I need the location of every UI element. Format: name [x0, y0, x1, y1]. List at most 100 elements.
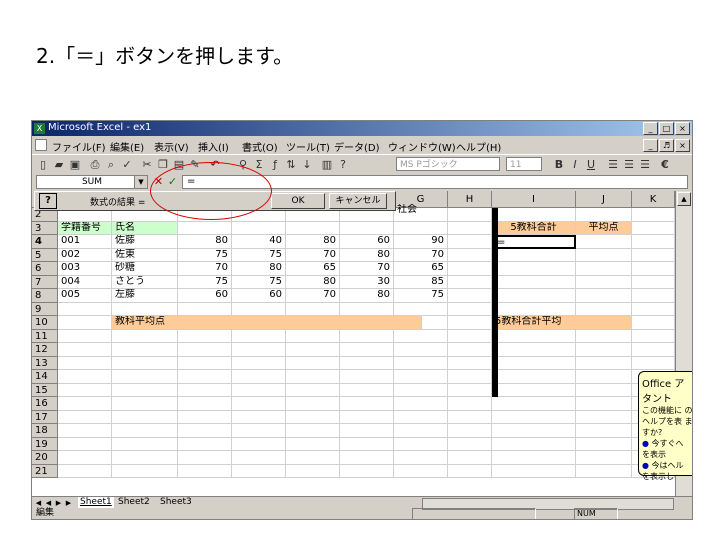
cell[interactable] — [286, 451, 340, 465]
cell[interactable] — [632, 302, 675, 316]
align-center-icon[interactable]: ☰ — [622, 158, 636, 171]
worksheet-grid[interactable]: G H I J K 社会 2 3 4 5 6 7 8 9 10 11 12 13 14 15 16 17 18 19 20 21 学… — [32, 191, 692, 496]
cell-score[interactable]: 75 — [178, 248, 232, 262]
cell[interactable] — [232, 221, 286, 235]
cell[interactable] — [576, 275, 632, 289]
cell-student-id[interactable]: 002 — [58, 248, 112, 262]
cell[interactable] — [232, 356, 286, 370]
ok-button[interactable]: OK — [271, 193, 325, 209]
cell[interactable] — [632, 248, 675, 262]
bold-button[interactable]: B — [552, 158, 566, 171]
cell[interactable] — [576, 262, 632, 276]
cell[interactable] — [394, 343, 448, 357]
cell[interactable] — [58, 424, 112, 438]
font-name-select[interactable]: MS Pゴシック — [396, 157, 500, 171]
cell[interactable] — [394, 356, 448, 370]
cell[interactable] — [492, 289, 576, 303]
close-button[interactable]: × — [675, 122, 690, 135]
cell[interactable] — [576, 370, 632, 384]
cell[interactable] — [340, 329, 394, 343]
cell[interactable] — [340, 302, 394, 316]
cell-score[interactable]: 75 — [232, 248, 286, 262]
cell-score[interactable]: 75 — [178, 275, 232, 289]
cell[interactable] — [112, 410, 178, 424]
cell[interactable] — [394, 383, 448, 397]
menu-edit[interactable]: 編集(E) — [110, 139, 144, 154]
row-header[interactable]: 21 — [32, 464, 58, 478]
cell[interactable] — [492, 262, 576, 276]
cell[interactable] — [492, 424, 576, 438]
cell[interactable] — [448, 343, 492, 357]
cell[interactable] — [58, 329, 112, 343]
sort-desc-icon[interactable]: ↓ — [300, 158, 314, 171]
cell[interactable] — [232, 464, 286, 478]
cell-student-name[interactable]: 左藤 — [112, 289, 178, 303]
new-icon[interactable]: ▯ — [36, 158, 50, 171]
row-header[interactable]: 3 — [32, 221, 58, 235]
cell[interactable] — [58, 383, 112, 397]
cell-score[interactable]: 30 — [340, 275, 394, 289]
cell-score[interactable]: 90 — [394, 235, 448, 249]
print-icon[interactable]: ⎙ — [88, 158, 102, 171]
cancel-entry-button[interactable]: ✕ — [152, 175, 165, 188]
minimize-button[interactable]: _ — [643, 122, 658, 135]
cell[interactable] — [286, 343, 340, 357]
palette-help-button[interactable]: ? — [39, 193, 57, 209]
cell-score[interactable]: 65 — [394, 262, 448, 276]
next-sheet-icon[interactable]: ▶ — [54, 498, 63, 508]
cell[interactable] — [286, 464, 340, 478]
cell[interactable] — [576, 302, 632, 316]
cell[interactable] — [58, 302, 112, 316]
column-header[interactable]: K — [632, 191, 675, 208]
row-header[interactable]: 19 — [32, 437, 58, 451]
cell[interactable] — [394, 370, 448, 384]
cell[interactable] — [178, 451, 232, 465]
row-header[interactable]: 16 — [32, 397, 58, 411]
cell[interactable] — [576, 383, 632, 397]
cell[interactable] — [632, 221, 675, 235]
menu-window[interactable]: ウィンドウ(W) — [388, 139, 456, 154]
help-icon[interactable]: ? — [336, 158, 350, 171]
cell[interactable] — [632, 316, 675, 330]
cell[interactable] — [448, 451, 492, 465]
cell[interactable] — [576, 451, 632, 465]
cell[interactable] — [492, 329, 576, 343]
cell[interactable] — [448, 397, 492, 411]
row-header[interactable]: 14 — [32, 370, 58, 384]
row-header[interactable]: 6 — [32, 262, 58, 276]
cell-score[interactable]: 60 — [178, 289, 232, 303]
cell-score[interactable]: 60 — [232, 289, 286, 303]
cell[interactable] — [632, 356, 675, 370]
cell[interactable] — [340, 410, 394, 424]
cell[interactable] — [178, 437, 232, 451]
cell[interactable] — [112, 356, 178, 370]
cell[interactable] — [286, 356, 340, 370]
cell[interactable] — [112, 370, 178, 384]
cell[interactable] — [576, 356, 632, 370]
cell[interactable] — [340, 221, 394, 235]
cell-avg-header[interactable]: 平均点 — [576, 221, 632, 235]
cell-score[interactable]: 80 — [340, 289, 394, 303]
cell[interactable] — [58, 316, 112, 330]
cell[interactable] — [286, 437, 340, 451]
document-icon[interactable] — [35, 139, 47, 151]
cell[interactable] — [492, 383, 576, 397]
cell-score[interactable]: 70 — [286, 289, 340, 303]
cell[interactable] — [232, 383, 286, 397]
name-box[interactable]: SUM ▼ — [36, 175, 148, 189]
cell-student-name[interactable]: さとう — [112, 275, 178, 289]
cell[interactable] — [112, 464, 178, 478]
cell[interactable] — [394, 424, 448, 438]
cell[interactable] — [492, 437, 576, 451]
menu-data[interactable]: データ(D) — [334, 139, 380, 154]
office-assistant-balloon[interactable]: Office ア タント この機能に のヘルプを表 ますか? ● 今すぐへ を表… — [638, 371, 692, 481]
cell[interactable] — [178, 302, 232, 316]
cell[interactable] — [492, 370, 576, 384]
cell[interactable] — [448, 316, 492, 330]
cell[interactable] — [492, 397, 576, 411]
cell-student-name[interactable]: 砂糖 — [112, 262, 178, 276]
cell[interactable] — [492, 451, 576, 465]
cell[interactable] — [492, 248, 576, 262]
cell[interactable] — [576, 208, 632, 222]
cell[interactable] — [112, 451, 178, 465]
